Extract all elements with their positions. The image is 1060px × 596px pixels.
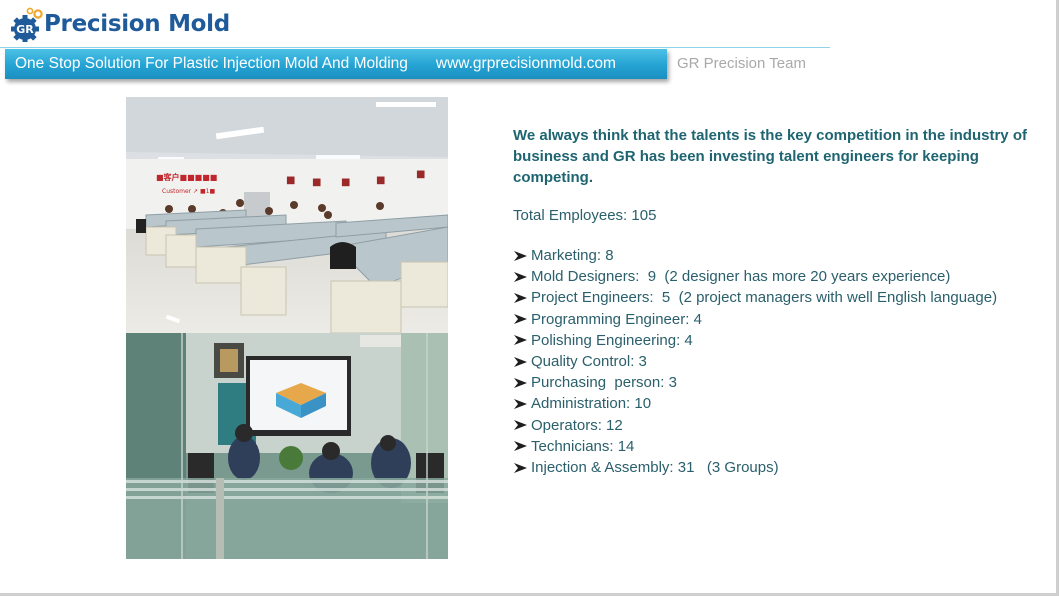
svg-text:■: ■ <box>286 175 295 186</box>
list-item: Injection & Assembly: 31 (3 Groups) <box>513 457 1043 478</box>
arrow-bullet-icon <box>514 250 527 261</box>
gear-icon: GR <box>10 6 44 43</box>
list-item: Administration: 10 <box>513 393 1043 414</box>
company-logo: GR Precision Mold <box>10 4 230 44</box>
svg-text:Customer ↗ ■1■: Customer ↗ ■1■ <box>162 188 215 195</box>
arrow-bullet-icon <box>514 399 527 410</box>
arrow-bullet-icon <box>514 420 527 431</box>
meeting-room-photo <box>126 333 448 559</box>
section-title: GR Precision Team <box>677 55 806 72</box>
list-item: Mold Designers: 9 (2 designer has more 2… <box>513 266 1043 287</box>
header-banner: One Stop Solution For Plastic Injection … <box>5 49 667 79</box>
arrow-bullet-icon <box>514 377 527 388</box>
company-slogan: One Stop Solution For Plastic Injection … <box>15 55 408 72</box>
svg-text:■: ■ <box>341 177 350 188</box>
list-item: Technicians: 14 <box>513 436 1043 457</box>
total-employees: Total Employees: 105 <box>513 207 657 224</box>
list-item: Purchasing person: 3 <box>513 372 1043 393</box>
svg-text:GR: GR <box>16 23 34 36</box>
header-divider <box>0 47 830 48</box>
team-description: We always think that the talents is the … <box>513 125 1043 478</box>
svg-text:■: ■ <box>376 175 385 186</box>
svg-text:■客户■■■■■: ■客户■■■■■ <box>156 172 217 182</box>
arrow-bullet-icon <box>514 462 527 473</box>
svg-text:■: ■ <box>312 177 321 188</box>
department-list: Marketing: 8 Mold Designers: 9 (2 design… <box>513 245 1043 478</box>
list-item: Quality Control: 3 <box>513 351 1043 372</box>
intro-statement: We always think that the talents is the … <box>513 127 1027 186</box>
office-workspace-photo: ■客户■■■■■ Customer ↗ ■1■ ■ ■ ■ ■ ■ <box>126 97 448 333</box>
list-item: Project Engineers: 5 (2 project managers… <box>513 287 1043 308</box>
arrow-bullet-icon <box>514 356 527 367</box>
logo-text: Precision Mold <box>44 11 230 37</box>
list-item: Polishing Engineering: 4 <box>513 330 1043 351</box>
svg-text:■: ■ <box>416 169 425 180</box>
arrow-bullet-icon <box>514 335 527 346</box>
arrow-bullet-icon <box>514 441 527 452</box>
arrow-bullet-icon <box>514 293 527 303</box>
list-item: Marketing: 8 <box>513 245 1043 266</box>
list-item: Operators: 12 <box>513 415 1043 436</box>
arrow-bullet-icon <box>514 314 527 325</box>
website-link[interactable]: www.grprecisionmold.com <box>436 55 616 73</box>
list-item: Programming Engineer: 4 <box>513 309 1043 330</box>
arrow-bullet-icon <box>514 271 527 282</box>
